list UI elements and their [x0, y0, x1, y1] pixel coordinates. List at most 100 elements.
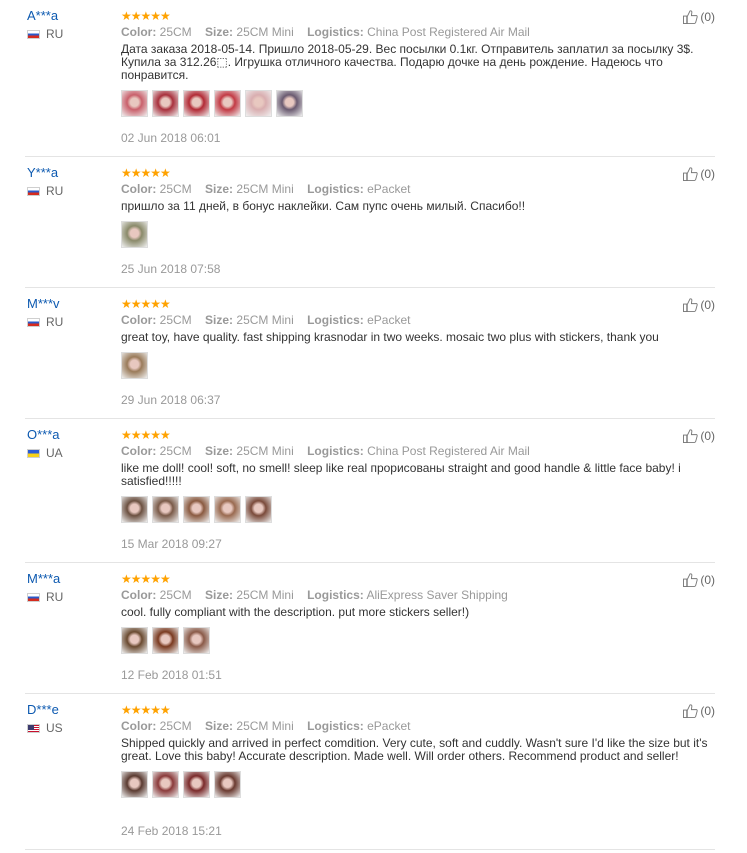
review-text: Дата заказа 2018-05-14. Пришло 2018-05-2… — [121, 42, 694, 82]
size-label: Size: — [205, 182, 234, 196]
review-content: ★★★★★ Color: 25CM Size: 25CM Mini Logist… — [121, 704, 708, 850]
review-photo-thumbnail[interactable] — [121, 90, 148, 117]
color-label: Color: — [121, 444, 157, 458]
size-label: Size: — [205, 444, 234, 458]
helpful-count: (0) — [700, 704, 715, 718]
size-label: Size: — [205, 25, 234, 39]
reviewer-name[interactable]: Y***a — [27, 165, 117, 181]
helpful-button[interactable]: (0) — [683, 298, 715, 312]
color-value: 25CM — [159, 313, 192, 327]
country-code: RU — [46, 590, 64, 604]
review-item: O***a UA ★★★★★ Color: 25CM Size: 25CM Mi… — [25, 419, 715, 563]
review-photo-thumbnail[interactable] — [183, 496, 210, 523]
order-attributes: Color: 25CM Size: 25CM Mini Logistics: C… — [121, 444, 621, 458]
country-code: US — [46, 721, 63, 735]
review-item: A***a RU ★★★★★ Color: 25CM Size: 25CM Mi… — [25, 0, 715, 157]
logistics-label: Logistics: — [307, 182, 364, 196]
review-item: M***a RU ★★★★★ Color: 25CM Size: 25CM Mi… — [25, 563, 715, 694]
review-photo-thumbnail[interactable] — [152, 771, 179, 798]
helpful-button[interactable]: (0) — [683, 429, 715, 443]
helpful-count: (0) — [700, 167, 715, 181]
logistics-label: Logistics: — [307, 25, 364, 39]
helpful-button[interactable]: (0) — [683, 704, 715, 718]
review-item: M***v RU ★★★★★ Color: 25CM Size: 25CM Mi… — [25, 288, 715, 419]
review-photo-thumbnail[interactable] — [152, 496, 179, 523]
helpful-button[interactable]: (0) — [683, 573, 715, 587]
reviewer-name[interactable]: A***a — [27, 8, 117, 24]
review-content: ★★★★★ Color: 25CM Size: 25CM Mini Logist… — [121, 9, 693, 157]
helpful-button[interactable]: (0) — [683, 10, 715, 24]
review-date: 15 Mar 2018 09:27 — [121, 537, 222, 551]
size-value: 25CM Mini — [236, 588, 294, 602]
review-photos — [121, 771, 621, 798]
review-content: ★★★★★ Color: 25CM Size: 25CM Mini Logist… — [121, 167, 621, 288]
review-content: ★★★★★ Color: 25CM Size: 25CM Mini Logist… — [121, 428, 681, 563]
thumbs-up-icon — [683, 167, 698, 181]
reviewer-info: O***a UA — [27, 427, 117, 460]
review-photo-thumbnail[interactable] — [183, 627, 210, 654]
review-item: D***e US ★★★★★ Color: 25CM Size: 25CM Mi… — [25, 694, 715, 850]
review-photo-thumbnail[interactable] — [245, 90, 272, 117]
review-photo-thumbnail[interactable] — [152, 627, 179, 654]
size-value: 25CM Mini — [236, 444, 294, 458]
thumbs-up-icon — [683, 298, 698, 312]
review-photos — [121, 627, 621, 654]
review-text: cool. fully compliant with the descripti… — [121, 605, 470, 619]
order-attributes: Color: 25CM Size: 25CM Mini Logistics: C… — [121, 25, 621, 39]
review-photo-thumbnail[interactable] — [152, 90, 179, 117]
country-flag-icon — [27, 723, 40, 733]
star-rating: ★★★★★ — [121, 428, 171, 442]
color-label: Color: — [121, 25, 157, 39]
star-rating: ★★★★★ — [121, 9, 171, 23]
helpful-button[interactable]: (0) — [683, 167, 715, 181]
reviewer-name[interactable]: D***e — [27, 702, 117, 718]
thumbs-up-icon — [683, 573, 698, 587]
size-value: 25CM Mini — [236, 182, 294, 196]
reviewer-name[interactable]: O***a — [27, 427, 117, 443]
review-date: 12 Feb 2018 01:51 — [121, 668, 222, 682]
size-label: Size: — [205, 719, 234, 733]
reviewer-country: RU — [27, 184, 117, 198]
color-label: Color: — [121, 182, 157, 196]
review-photo-thumbnail[interactable] — [121, 352, 148, 379]
review-text: like me doll! cool! soft, no smell! slee… — [121, 461, 681, 488]
logistics-value: AliExpress Saver Shipping — [366, 588, 508, 602]
reviewer-info: A***a RU — [27, 8, 117, 41]
logistics-label: Logistics: — [307, 444, 364, 458]
helpful-count: (0) — [700, 298, 715, 312]
review-photos — [121, 90, 621, 117]
country-code: UA — [46, 446, 63, 460]
color-label: Color: — [121, 719, 157, 733]
reviewer-country: RU — [27, 315, 117, 329]
color-value: 25CM — [159, 25, 192, 39]
review-photo-thumbnail[interactable] — [214, 496, 241, 523]
review-photo-thumbnail[interactable] — [121, 627, 148, 654]
review-photo-thumbnail[interactable] — [121, 496, 148, 523]
review-photo-thumbnail[interactable] — [276, 90, 303, 117]
review-item: Y***a RU ★★★★★ Color: 25CM Size: 25CM Mi… — [25, 157, 715, 288]
size-value: 25CM Mini — [236, 25, 294, 39]
color-value: 25CM — [159, 588, 192, 602]
reviewer-info: M***v RU — [27, 296, 117, 329]
review-photo-thumbnail[interactable] — [245, 496, 272, 523]
review-photo-thumbnail[interactable] — [183, 771, 210, 798]
country-flag-icon — [27, 448, 40, 458]
review-text: пришло за 11 дней, в бонус наклейки. Сам… — [121, 199, 526, 213]
logistics-value: ePacket — [367, 719, 411, 733]
reviewer-country: US — [27, 721, 117, 735]
review-photo-thumbnail[interactable] — [183, 90, 210, 117]
logistics-label: Logistics: — [307, 313, 364, 327]
review-photo-thumbnail[interactable] — [214, 90, 241, 117]
review-photo-thumbnail[interactable] — [121, 221, 148, 248]
color-value: 25CM — [159, 182, 192, 196]
reviewer-name[interactable]: M***a — [27, 571, 117, 587]
reviewer-name[interactable]: M***v — [27, 296, 117, 312]
logistics-value: China Post Registered Air Mail — [367, 25, 530, 39]
review-photo-thumbnail[interactable] — [121, 771, 148, 798]
reviewer-country: RU — [27, 27, 117, 41]
review-date: 25 Jun 2018 07:58 — [121, 262, 221, 276]
review-date: 29 Jun 2018 06:37 — [121, 393, 221, 407]
order-attributes: Color: 25CM Size: 25CM Mini Logistics: e… — [121, 182, 621, 196]
star-rating: ★★★★★ — [121, 297, 171, 311]
review-photo-thumbnail[interactable] — [214, 771, 241, 798]
